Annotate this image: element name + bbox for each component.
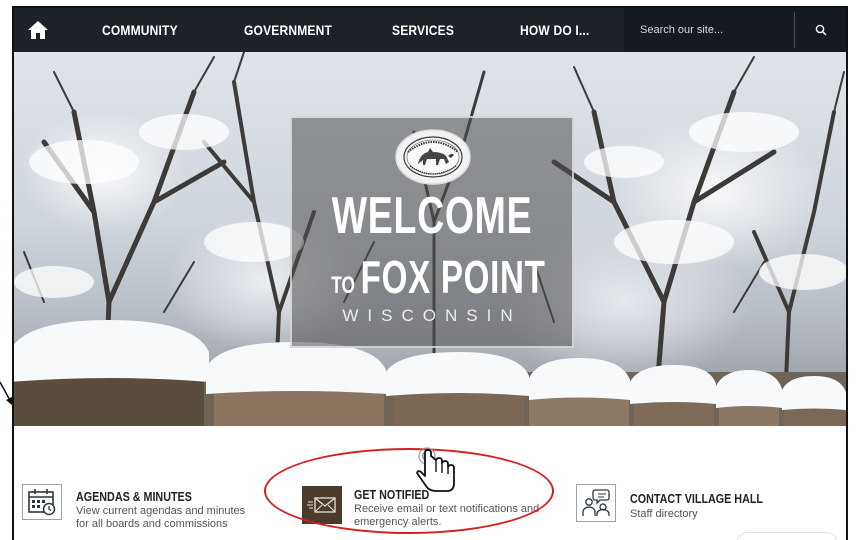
calendar-icon [28, 489, 56, 516]
search-input[interactable] [640, 20, 790, 40]
welcome-overlay: WELCOME TO FOX POINT WISCONSIN [290, 116, 574, 348]
nav-community[interactable]: COMMUNITY [102, 8, 178, 52]
contact-description: Staff directory [630, 508, 698, 520]
quick-link-agendas[interactable]: AGENDAS & MINUTES View current agendas a… [14, 426, 264, 540]
wisconsin-subheading: WISCONSIN [342, 306, 522, 325]
people-chat-icon [582, 489, 610, 516]
search-divider [794, 12, 795, 48]
site-search [624, 8, 846, 52]
floating-widget-pill[interactable] [736, 532, 838, 540]
calendar-icon-box [22, 484, 62, 520]
home-button[interactable] [20, 14, 56, 46]
fox-point-text: FOX POINT [360, 251, 546, 303]
to-text: TO [331, 272, 355, 299]
welcome-heading: WELCOME [331, 187, 533, 245]
fox-point-heading: TO FOX POINT [331, 254, 545, 312]
agendas-title: AGENDAS & MINUTES [76, 490, 192, 504]
nav-how-do-i[interactable]: HOW DO I... [520, 8, 589, 52]
quick-link-contact[interactable]: CONTACT VILLAGE HALL Staff directory [574, 426, 844, 540]
top-navigation-bar: COMMUNITY GOVERNMENT SERVICES HOW DO I..… [14, 8, 846, 52]
hero-banner: WELCOME TO FOX POINT WISCONSIN [14, 52, 846, 426]
envelope-icon [307, 497, 336, 513]
nav-government[interactable]: GOVERNMENT [244, 8, 332, 52]
contact-title: CONTACT VILLAGE HALL [630, 492, 763, 506]
agendas-description: View current agendas and minutes for all… [76, 505, 246, 530]
search-icon [815, 24, 827, 36]
hand-pointer-cursor [416, 447, 455, 492]
people-icon-box [576, 484, 616, 522]
home-icon [28, 21, 48, 39]
village-seal-logo [395, 129, 471, 185]
get-notified-description: Receive email or text notifications and … [354, 503, 540, 528]
envelope-icon-box [302, 486, 342, 524]
search-button[interactable] [810, 20, 832, 40]
nav-services[interactable]: SERVICES [392, 8, 454, 52]
